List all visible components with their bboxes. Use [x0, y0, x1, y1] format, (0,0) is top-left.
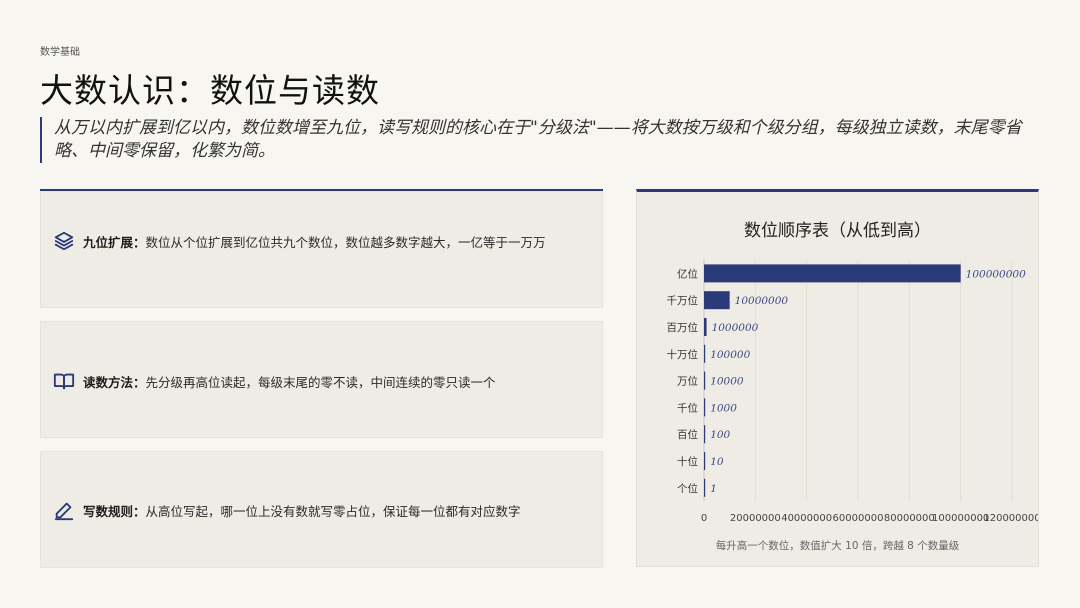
- data-label: 100000: [710, 349, 750, 361]
- data-label: 10000: [710, 376, 744, 388]
- data-label: 1: [710, 483, 717, 495]
- bar: [704, 264, 961, 283]
- chart-title: 数位顺序表（从低到高）: [744, 221, 931, 241]
- card-body: 从高位写起，哪一位上没有数就写零占位，保证每一位都有对应数字: [145, 504, 521, 519]
- card-nine-digits: 九位扩展：数位从个位扩展到亿位共九个数位，数位越多数字越大，一亿等于一万万: [40, 191, 603, 308]
- data-label: 1000000: [712, 322, 759, 334]
- layers-icon: [53, 230, 75, 252]
- y-tick-label: 百万位: [667, 321, 699, 334]
- y-tick-label: 百位: [677, 428, 698, 441]
- x-tick-label: 20000000: [730, 513, 781, 522]
- card-reading-method: 读数方法：先分级再高位读起，每级末尾的零不读，中间连续的零只读一个: [40, 321, 603, 438]
- y-tick-label: 亿位: [677, 267, 698, 280]
- x-tick-label: 100000000: [932, 513, 989, 522]
- chart-note: 每升高一个数位，数值扩大 10 倍，跨越 8 个数量级: [715, 540, 960, 552]
- data-label: 1000: [710, 402, 737, 414]
- bar: [704, 398, 706, 417]
- y-tick-label: 十万位: [667, 348, 699, 361]
- eyebrow-label: 数学基础: [40, 47, 80, 58]
- card-body: 先分级再高位读起，每级末尾的零不读，中间连续的零只读一个: [145, 375, 496, 390]
- x-tick-label: 40000000: [781, 513, 832, 522]
- bar: [704, 452, 706, 470]
- bar-chart: 亿位 100000000千万位 10000000百万位 1000000十万位 10000…: [667, 260, 1038, 522]
- x-tick-label: 120000000: [983, 513, 1038, 522]
- pencil-icon: [53, 499, 75, 521]
- data-label: 100000000: [966, 268, 1026, 280]
- bar: [704, 318, 707, 336]
- x-tick-label: 60000000: [833, 513, 884, 522]
- open-book-icon: [53, 370, 75, 392]
- page-title: 大数认识：数位与读数: [40, 71, 380, 110]
- card-label: 写数规则：: [83, 504, 146, 519]
- chart-panel: 数位顺序表（从低到高） 亿位 100000000 千万位 10000000 百万位 100…: [636, 189, 1039, 567]
- x-tick-label: 80000000: [884, 513, 935, 522]
- card-text: 写数规则：从高位写起，哪一位上没有数就写零占位，保证每一位都有对应数字: [83, 503, 562, 520]
- card-body: 数位从个位扩展到亿位共九个数位，数位越多数字越大，一亿等于一万万: [145, 235, 546, 250]
- card-text: 读数方法：先分级再高位读起，每级末尾的零不读，中间连续的零只读一个: [83, 374, 562, 391]
- data-label: 100: [710, 429, 730, 441]
- y-tick-label: 十位: [677, 455, 698, 468]
- y-tick-label: 个位: [677, 482, 698, 495]
- bar: [704, 425, 706, 444]
- bar: [704, 478, 706, 497]
- data-label: 10: [710, 456, 724, 468]
- data-label: 10000000: [735, 295, 789, 307]
- y-tick-label: 千位: [677, 401, 698, 414]
- card-text: 九位扩展：数位从个位扩展到亿位共九个数位，数位越多数字越大，一亿等于一万万: [83, 234, 562, 251]
- bar: [704, 344, 706, 363]
- card-writing-rule: 写数规则：从高位写起，哪一位上没有数就写零占位，保证每一位都有对应数字: [40, 451, 603, 568]
- x-tick-label: 0: [701, 513, 707, 522]
- y-tick-label: 千万位: [667, 294, 699, 307]
- card-label: 读数方法：: [83, 375, 146, 390]
- card-label: 九位扩展：: [83, 235, 146, 250]
- bar: [704, 291, 730, 310]
- bar: [704, 371, 706, 390]
- subtitle-quote: 从万以内扩展到亿以内，数位数增至九位，读写规则的核心在于"分级法"——将大数按万…: [40, 117, 1034, 163]
- y-tick-label: 万位: [677, 375, 698, 388]
